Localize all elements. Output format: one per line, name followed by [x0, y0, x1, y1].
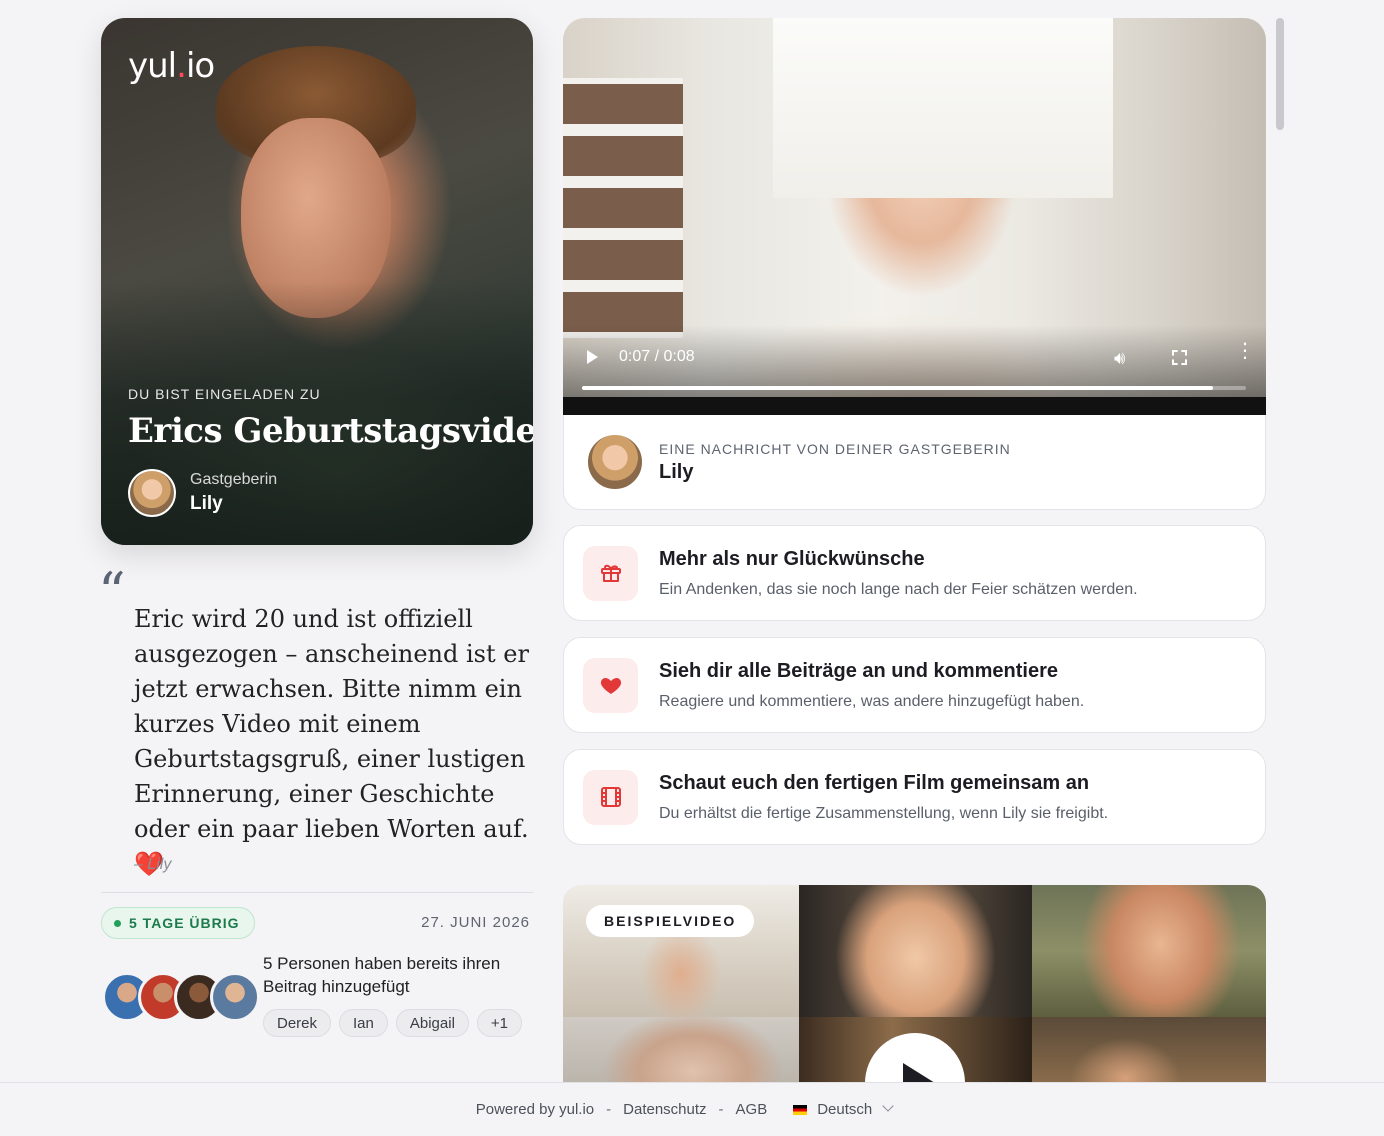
german-flag-icon — [793, 1105, 808, 1116]
video-background-shelf — [563, 78, 683, 338]
invitation-kicker: DU BIST EINGELADEN ZU — [128, 386, 321, 402]
quote-mark-icon: “ — [98, 561, 126, 624]
feature-subtitle: Ein Andenken, das sie noch lange nach de… — [659, 580, 1138, 598]
video-bottom-bar — [563, 397, 1266, 415]
sample-thumbnail — [1032, 885, 1266, 1017]
chevron-down-icon — [882, 1100, 894, 1112]
feature-subtitle: Reagiere und kommentiere, was andere hin… — [659, 692, 1085, 710]
contributor-chip: Derek — [263, 1009, 332, 1037]
status-dot-icon — [114, 919, 121, 927]
play-icon[interactable] — [587, 350, 598, 364]
host-quote: Eric wird 20 und ist offiziell ausgezoge… — [134, 605, 529, 878]
heart-icon — [583, 657, 638, 713]
host-role: Gastgeberin — [190, 471, 278, 488]
gift-icon — [583, 545, 638, 601]
invitation-card: yul.io DU BIST EINGELADEN ZU Erics Gebur… — [101, 18, 533, 545]
days-left-badge: 5 TAGE ÜBRIG — [101, 907, 255, 939]
footer-separator: - — [606, 1101, 612, 1118]
footer-separator: - — [718, 1101, 724, 1118]
message-kicker: EINE NACHRICHT VON DEINER GASTGEBERIN — [659, 440, 1011, 457]
terms-link[interactable]: AGB — [736, 1101, 768, 1118]
contributor-chip: Ian — [339, 1009, 388, 1037]
contributor-avatar — [210, 972, 260, 1022]
more-options-icon[interactable]: ⋮ — [1235, 341, 1255, 361]
sample-video-badge: BEISPIELVIDEO — [586, 905, 755, 937]
video-progress-fill — [582, 386, 1213, 390]
feature-card-keepsake: Mehr als nur Glückwünsche Ein Andenken, … — [563, 525, 1266, 621]
hero-gradient — [101, 18, 533, 545]
page-scrollbar[interactable] — [1276, 18, 1284, 130]
video-time: 0:07 / 0:08 — [619, 348, 695, 365]
contributor-chip: Abigail — [395, 1009, 469, 1037]
host-name: Lily — [190, 493, 223, 514]
event-title: Erics Geburtstagsvideo — [128, 411, 533, 451]
host-avatar — [586, 433, 644, 491]
sample-thumbnail — [1032, 1017, 1266, 1085]
message-host-name: Lily — [659, 460, 694, 483]
feature-title: Schaut euch den fertigen Film gemeinsam … — [659, 771, 1090, 794]
feature-title: Sieh dir alle Beiträge an und kommentier… — [659, 659, 1059, 682]
volume-icon[interactable]: 🔊︎ — [1114, 348, 1125, 369]
feature-title: Mehr als nur Glückwünsche — [659, 547, 925, 570]
powered-by-link[interactable]: Powered by yul.io — [476, 1101, 594, 1118]
host-video-player[interactable]: 0:07 / 0:08 🔊︎ ⋮ — [563, 18, 1266, 415]
fullscreen-icon[interactable] — [1172, 350, 1187, 365]
feature-card-comments: Sieh dir alle Beiträge an und kommentier… — [563, 637, 1266, 733]
language-select[interactable]: Deutsch — [793, 1100, 894, 1118]
sample-thumbnail — [799, 885, 1032, 1017]
film-icon — [583, 769, 638, 825]
contributor-avatars — [102, 972, 260, 1022]
footer: Powered by yul.io - Datenschutz - AGB De… — [0, 1082, 1384, 1136]
contributors-count: 5 Personen haben bereits ihren Beitrag h… — [263, 954, 501, 996]
quote-author: – Lily — [134, 856, 172, 873]
feature-card-film: Schaut euch den fertigen Film gemeinsam … — [563, 749, 1266, 845]
host-message: EINE NACHRICHT VON DEINER GASTGEBERIN Li… — [563, 415, 1266, 510]
deadline-date: 27. JUNI 2026 — [421, 914, 530, 931]
video-progress-bar[interactable] — [582, 386, 1246, 390]
contributor-chips: Derek Ian Abigail +1 — [263, 1009, 523, 1037]
sample-thumbnail — [563, 1017, 799, 1085]
more-contributors-chip[interactable]: +1 — [476, 1009, 523, 1037]
privacy-link[interactable]: Datenschutz — [623, 1101, 706, 1118]
feature-subtitle: Du erhältst die fertige Zusammenstellung… — [659, 804, 1109, 822]
video-background-window — [773, 18, 1113, 198]
host-info: Gastgeberin Lily — [128, 469, 277, 517]
logo[interactable]: yul.io — [128, 46, 215, 86]
divider — [101, 892, 533, 893]
host-avatar — [128, 469, 176, 517]
